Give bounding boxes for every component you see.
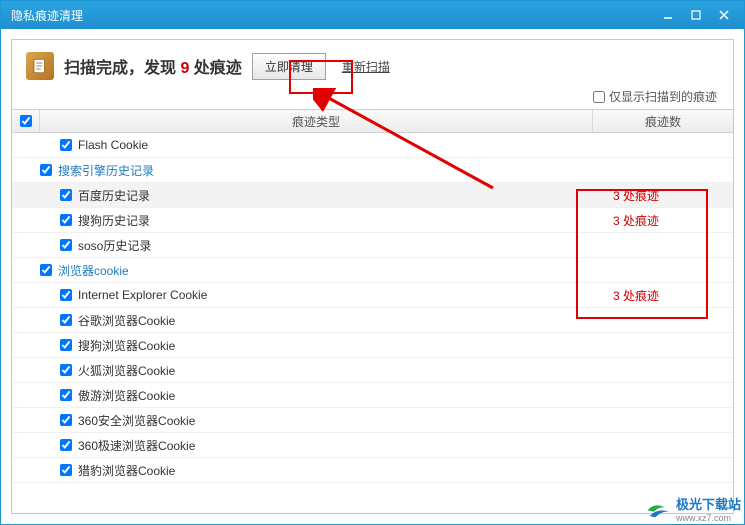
row-label-wrap: 搜索引擎历史记录 — [12, 162, 609, 179]
row-count: 3 处痕迹 — [609, 212, 733, 229]
clean-now-button[interactable]: 立即清理 — [252, 53, 326, 80]
row-checkbox[interactable] — [60, 214, 72, 226]
row-checkbox[interactable] — [60, 339, 72, 351]
row-label: 搜狗浏览器Cookie — [78, 337, 175, 354]
content-wrap: 扫描完成，发现 9 处痕迹 立即清理 重新扫描 仅显示扫描到的痕迹 痕迹类型 痕… — [1, 29, 744, 524]
display-option-row: 仅显示扫描到的痕迹 — [12, 86, 733, 109]
column-count: 痕迹数 — [593, 110, 733, 132]
row-label: 浏览器cookie — [58, 262, 129, 279]
row-checkbox[interactable] — [60, 139, 72, 151]
row-label-wrap: 傲游浏览器Cookie — [12, 387, 609, 404]
row-label: 谷歌浏览器Cookie — [78, 312, 175, 329]
row-label-wrap: 360极速浏览器Cookie — [12, 437, 609, 454]
table-header: 痕迹类型 痕迹数 — [12, 109, 733, 133]
row-label: 搜索引擎历史记录 — [58, 162, 154, 179]
row-checkbox[interactable] — [60, 314, 72, 326]
maximize-button[interactable] — [682, 5, 710, 25]
item-row[interactable]: 傲游浏览器Cookie — [12, 383, 733, 408]
column-type: 痕迹类型 — [40, 110, 593, 132]
rows-scroll-area[interactable]: Flash Cookie搜索引擎历史记录百度历史记录3 处痕迹搜狗历史记录3 处… — [12, 133, 733, 513]
row-label-wrap: 浏览器cookie — [12, 262, 609, 279]
only-found-checkbox[interactable] — [593, 91, 605, 103]
scan-header: 扫描完成，发现 9 处痕迹 立即清理 重新扫描 — [12, 40, 733, 86]
rescan-link[interactable]: 重新扫描 — [342, 58, 390, 75]
row-count: 3 处痕迹 — [609, 187, 733, 204]
row-count: 3 处痕迹 — [609, 287, 733, 304]
row-label-wrap: soso历史记录 — [12, 237, 609, 254]
item-row[interactable]: 谷歌浏览器Cookie — [12, 308, 733, 333]
row-label-wrap: Internet Explorer Cookie — [12, 288, 609, 302]
row-label-wrap: 谷歌浏览器Cookie — [12, 312, 609, 329]
group-row[interactable]: 浏览器cookie — [12, 258, 733, 283]
item-row[interactable]: 猎豹浏览器Cookie — [12, 458, 733, 483]
only-found-label: 仅显示扫描到的痕迹 — [609, 88, 717, 105]
group-row[interactable]: 搜索引擎历史记录 — [12, 158, 733, 183]
row-label: Internet Explorer Cookie — [78, 288, 207, 302]
row-label-wrap: 百度历史记录 — [12, 187, 609, 204]
close-button[interactable] — [710, 5, 738, 25]
row-label: 360安全浏览器Cookie — [78, 412, 195, 429]
minimize-button[interactable] — [654, 5, 682, 25]
row-label-wrap: 搜狗历史记录 — [12, 212, 609, 229]
scan-suffix: 处痕迹 — [189, 60, 241, 77]
app-window: 隐私痕迹清理 扫描完成，发现 9 处痕迹 立即清理 重新扫描 — [0, 0, 745, 525]
row-checkbox[interactable] — [60, 289, 72, 301]
item-row[interactable]: 火狐浏览器Cookie — [12, 358, 733, 383]
row-label-wrap: Flash Cookie — [12, 138, 609, 152]
row-checkbox[interactable] — [40, 264, 52, 276]
row-label: 百度历史记录 — [78, 187, 150, 204]
row-checkbox[interactable] — [60, 439, 72, 451]
row-checkbox[interactable] — [60, 389, 72, 401]
row-label-wrap: 搜狗浏览器Cookie — [12, 337, 609, 354]
select-all-checkbox[interactable] — [20, 115, 32, 127]
row-checkbox[interactable] — [60, 189, 72, 201]
item-row[interactable]: 百度历史记录 3 处痕迹 — [12, 183, 733, 208]
titlebar: 隐私痕迹清理 — [1, 1, 744, 29]
row-label: 猎豹浏览器Cookie — [78, 462, 175, 479]
row-label: soso历史记录 — [78, 237, 151, 254]
row-checkbox[interactable] — [60, 364, 72, 376]
row-label-wrap: 猎豹浏览器Cookie — [12, 462, 609, 479]
item-row[interactable]: Flash Cookie — [12, 133, 733, 158]
item-row[interactable]: Internet Explorer Cookie 3 处痕迹 — [12, 283, 733, 308]
row-checkbox[interactable] — [40, 164, 52, 176]
row-checkbox[interactable] — [60, 239, 72, 251]
item-row[interactable]: 搜狗历史记录 3 处痕迹 — [12, 208, 733, 233]
item-row[interactable]: 360安全浏览器Cookie — [12, 408, 733, 433]
inner-panel: 扫描完成，发现 9 处痕迹 立即清理 重新扫描 仅显示扫描到的痕迹 痕迹类型 痕… — [11, 39, 734, 514]
row-checkbox[interactable] — [60, 414, 72, 426]
item-row[interactable]: soso历史记录 — [12, 233, 733, 258]
item-row[interactable]: 360极速浏览器Cookie — [12, 433, 733, 458]
item-row[interactable]: 搜狗浏览器Cookie — [12, 333, 733, 358]
row-checkbox[interactable] — [60, 464, 72, 476]
row-label: 火狐浏览器Cookie — [78, 362, 175, 379]
row-label-wrap: 360安全浏览器Cookie — [12, 412, 609, 429]
row-label: 搜狗历史记录 — [78, 212, 150, 229]
header-check-cell — [12, 110, 40, 132]
row-label: Flash Cookie — [78, 138, 148, 152]
row-label: 360极速浏览器Cookie — [78, 437, 195, 454]
scan-prefix: 扫描完成，发现 — [64, 60, 180, 77]
row-label-wrap: 火狐浏览器Cookie — [12, 362, 609, 379]
row-label: 傲游浏览器Cookie — [78, 387, 175, 404]
window-title: 隐私痕迹清理 — [11, 7, 654, 24]
scan-result-icon — [26, 52, 54, 80]
scan-summary: 扫描完成，发现 9 处痕迹 — [64, 54, 242, 78]
